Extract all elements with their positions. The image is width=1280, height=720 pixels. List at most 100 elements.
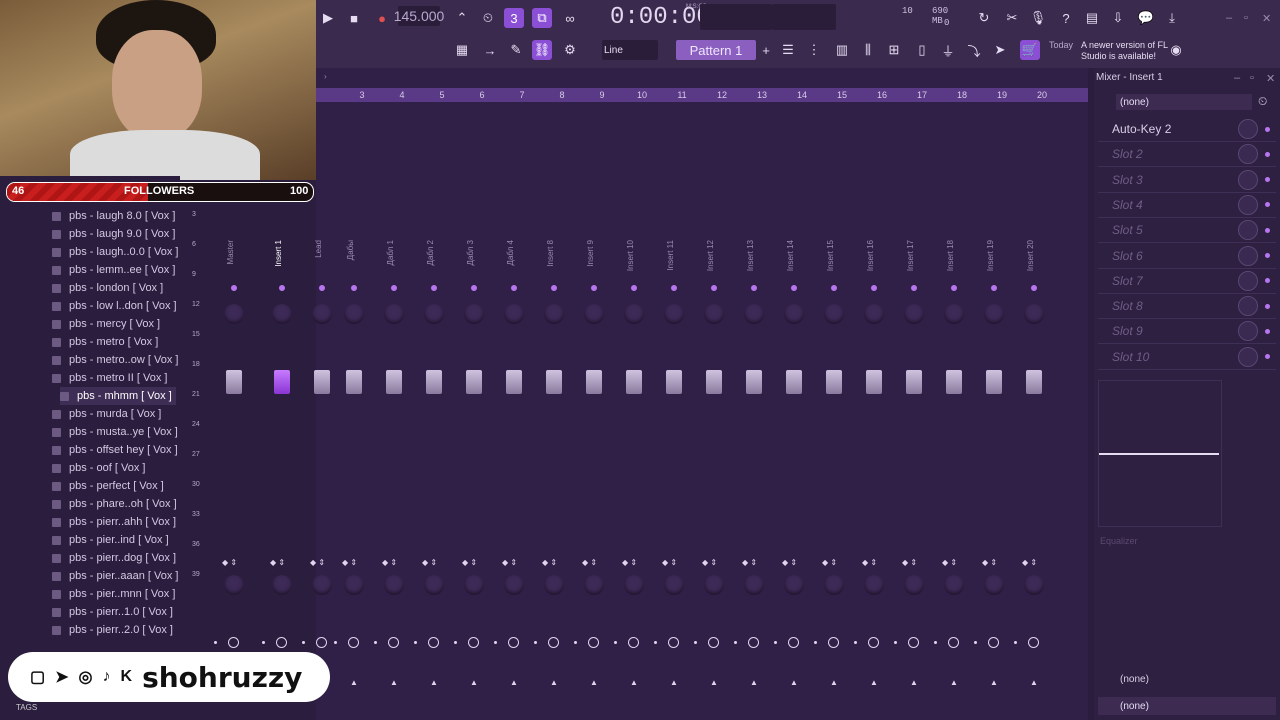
mixer-column-number[interactable]: 5 xyxy=(422,88,462,102)
route-arrow-icon[interactable]: ▲ xyxy=(670,678,678,687)
browser-item[interactable]: pbs - offset hey [ Vox ] xyxy=(52,441,178,459)
route-dot[interactable] xyxy=(414,641,417,644)
effect-slot[interactable]: Slot 6 xyxy=(1098,244,1276,269)
mixer-strip[interactable] xyxy=(310,104,346,720)
route-arrow-icon[interactable]: ▲ xyxy=(630,678,638,687)
route-arrow-icon[interactable]: ▲ xyxy=(950,678,958,687)
mixer-strip[interactable] xyxy=(342,104,378,720)
file-icon[interactable]: ▯ xyxy=(912,40,932,60)
send-icon[interactable] xyxy=(708,637,719,648)
route-arrow-icon[interactable]: ▲ xyxy=(750,678,758,687)
effect-slot[interactable]: Slot 5 xyxy=(1098,218,1276,244)
mixer-strip[interactable] xyxy=(822,104,858,720)
undo-icon[interactable]: ↻ xyxy=(974,8,994,28)
mixer-strip[interactable] xyxy=(582,104,618,720)
tempo-tap-icon[interactable]: ⤵ xyxy=(964,40,984,60)
mixer-strip[interactable] xyxy=(942,104,978,720)
strip-led[interactable] xyxy=(711,285,717,291)
volume-fader[interactable] xyxy=(226,370,242,394)
time-display[interactable]: 0:00:00 xyxy=(610,4,711,31)
pan-knob[interactable] xyxy=(904,304,924,324)
route-dot[interactable] xyxy=(574,641,577,644)
route-arrow-icon[interactable]: ▲ xyxy=(870,678,878,687)
stereo-icon[interactable]: ◆ ⇕ xyxy=(502,558,517,567)
send-icon[interactable] xyxy=(668,637,679,648)
slot-mix-knob[interactable] xyxy=(1238,194,1258,215)
browser-item[interactable]: pbs - oof [ Vox ] xyxy=(52,459,145,477)
stereo-knob[interactable] xyxy=(224,575,244,595)
pan-knob[interactable] xyxy=(272,304,292,324)
route-dot[interactable] xyxy=(534,641,537,644)
volume-fader[interactable] xyxy=(826,370,842,394)
stereo-icon[interactable]: ◆ ⇕ xyxy=(862,558,877,567)
mixer-column-number[interactable]: 13 xyxy=(742,88,782,102)
stereo-knob[interactable] xyxy=(312,575,332,595)
send-icon[interactable] xyxy=(908,637,919,648)
browser-item[interactable]: pbs - laugh 8.0 [ Vox ] xyxy=(52,207,175,225)
stereo-knob[interactable] xyxy=(824,575,844,595)
send-icon[interactable] xyxy=(276,637,287,648)
shop-icon[interactable]: 🛒 xyxy=(1020,40,1040,60)
panel-minimize-icon[interactable]: – xyxy=(1234,72,1240,84)
pan-knob[interactable] xyxy=(384,304,404,324)
slot-mix-knob[interactable] xyxy=(1238,346,1258,367)
route-dot[interactable] xyxy=(214,641,217,644)
route-arrow-icon[interactable]: ▲ xyxy=(390,678,398,687)
send-icon[interactable] xyxy=(508,637,519,648)
volume-fader[interactable] xyxy=(786,370,802,394)
stereo-knob[interactable] xyxy=(424,575,444,595)
piano-roll-icon[interactable]: ⋮ xyxy=(804,40,824,60)
route-dot[interactable] xyxy=(262,641,265,644)
stereo-knob[interactable] xyxy=(344,575,364,595)
stereo-icon[interactable]: ◆ ⇕ xyxy=(942,558,957,567)
mixer-column-number[interactable]: 7 xyxy=(502,88,542,102)
stereo-icon[interactable]: ◆ ⇕ xyxy=(342,558,357,567)
strip-led[interactable] xyxy=(279,285,285,291)
pattern-selector[interactable]: Pattern 1 xyxy=(676,40,756,60)
mixer-column-number[interactable]: 9 xyxy=(582,88,622,102)
stereo-icon[interactable]: ◆ ⇕ xyxy=(742,558,757,567)
stereo-icon[interactable]: ◆ ⇕ xyxy=(702,558,717,567)
stereo-icon[interactable]: ◆ ⇕ xyxy=(382,558,397,567)
strip-led[interactable] xyxy=(751,285,757,291)
volume-fader[interactable] xyxy=(746,370,762,394)
mixer-column-number[interactable]: 10 xyxy=(622,88,662,102)
slot-mix-knob[interactable] xyxy=(1238,119,1258,139)
stereo-icon[interactable]: ◆ ⇕ xyxy=(582,558,597,567)
effect-slot[interactable]: Slot 4 xyxy=(1098,193,1276,218)
browser-item[interactable]: pbs - murda [ Vox ] xyxy=(52,405,161,423)
mixer-strip[interactable] xyxy=(982,104,1018,720)
playlist-icon[interactable]: ☰ xyxy=(778,40,798,60)
pan-knob[interactable] xyxy=(704,304,724,324)
route-arrow-icon[interactable]: ▲ xyxy=(350,678,358,687)
route-dot[interactable] xyxy=(334,641,337,644)
stereo-icon[interactable]: ◆ ⇕ xyxy=(422,558,437,567)
route-arrow-icon[interactable]: ▲ xyxy=(430,678,438,687)
send-icon[interactable] xyxy=(948,637,959,648)
send-icon[interactable] xyxy=(348,637,359,648)
slot-mix-knob[interactable] xyxy=(1238,220,1258,241)
chat-icon[interactable]: 💬 xyxy=(1136,8,1156,28)
mixer-strip[interactable] xyxy=(902,104,938,720)
stereo-knob[interactable] xyxy=(664,575,684,595)
save-icon[interactable]: ▤ xyxy=(1082,8,1102,28)
route-arrow-icon[interactable]: ▲ xyxy=(510,678,518,687)
send-icon[interactable] xyxy=(1028,637,1039,648)
slot-mix-knob[interactable] xyxy=(1238,296,1258,317)
route-arrow-icon[interactable]: ▲ xyxy=(550,678,558,687)
volume-fader[interactable] xyxy=(314,370,330,394)
close-icon[interactable]: ✕ xyxy=(1262,12,1271,25)
send-icon[interactable] xyxy=(628,637,639,648)
plugin-icon[interactable]: ⏚ xyxy=(938,40,958,60)
volume-fader[interactable] xyxy=(626,370,642,394)
browser-item[interactable]: pbs - mhmm [ Vox ] xyxy=(60,387,176,405)
route-dot[interactable] xyxy=(694,641,697,644)
stereo-icon[interactable]: ◆ ⇕ xyxy=(542,558,557,567)
send-icon[interactable] xyxy=(428,637,439,648)
volume-fader[interactable] xyxy=(866,370,882,394)
mixer-strip[interactable] xyxy=(1022,104,1058,720)
route-dot[interactable] xyxy=(374,641,377,644)
route-dot[interactable] xyxy=(302,641,305,644)
pan-knob[interactable] xyxy=(664,304,684,324)
route-dot[interactable] xyxy=(494,641,497,644)
